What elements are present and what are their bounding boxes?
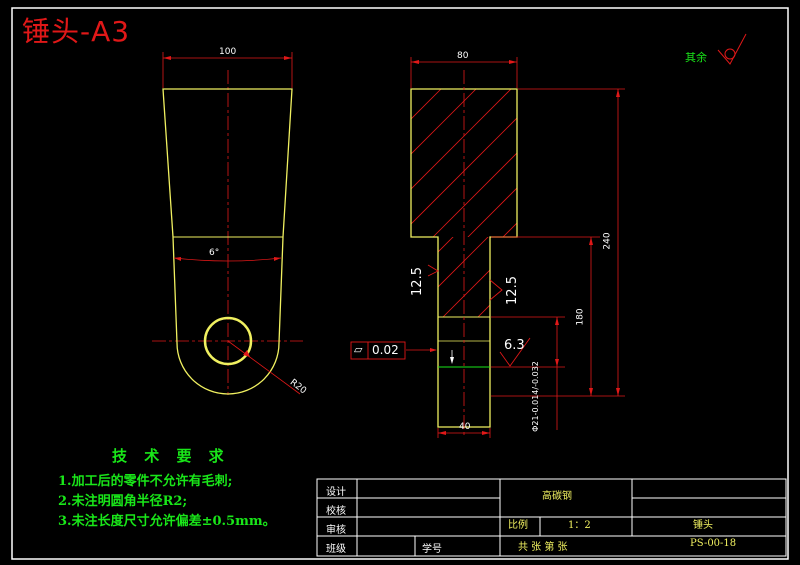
tech-requirements-heading: 技 术 要 求 [112,447,230,465]
roughness-other-label: 其余 [685,51,707,64]
drawing-title: 锤头-A3 [22,15,131,48]
tb-design-label: 设计 [326,487,346,498]
tb-class-label: 班级 [326,544,346,555]
dim-fit-tolerance: Φ21-0.014/-0.032 [530,361,540,432]
dim-front-width: 100 [219,47,237,57]
dim-hole-width: 40 [459,422,471,432]
dim-taper-angle: 6° [209,248,220,258]
tb-student-id-label: 学号 [422,544,442,555]
tb-scale-label: 比例 [508,520,528,531]
dim-total-height: 240 [602,232,613,250]
dim-side-width: 80 [457,51,469,61]
side-view [350,57,625,438]
tb-part-name: 锤头 [693,520,713,531]
tb-check-label: 校核 [326,506,346,517]
tech-requirement-1: 1.加工后的零件不允许有毛刺; [58,474,233,489]
roughness-left: 12.5 [409,267,425,296]
flatness-symbol: ▱ [354,343,363,356]
dim-lower-height: 180 [575,308,586,326]
tb-scale-value: 1：2 [568,520,591,531]
flatness-value: 0.02 [372,343,399,357]
tb-drawing-number: PS-00-18 [690,538,737,549]
roughness-middle: 12.5 [504,276,520,305]
tech-requirement-2: 2.未注明圆角半径R2; [58,494,188,509]
tb-review-label: 审核 [326,525,346,536]
roughness-right: 6.3 [504,338,525,353]
tb-sheet-text: 共 张 第 张 [518,542,568,553]
tech-requirement-3: 3.未注长度尺寸允许偏差±0.5mm。 [58,514,276,529]
tb-material: 高碳钢 [542,491,572,502]
front-view [152,52,303,395]
